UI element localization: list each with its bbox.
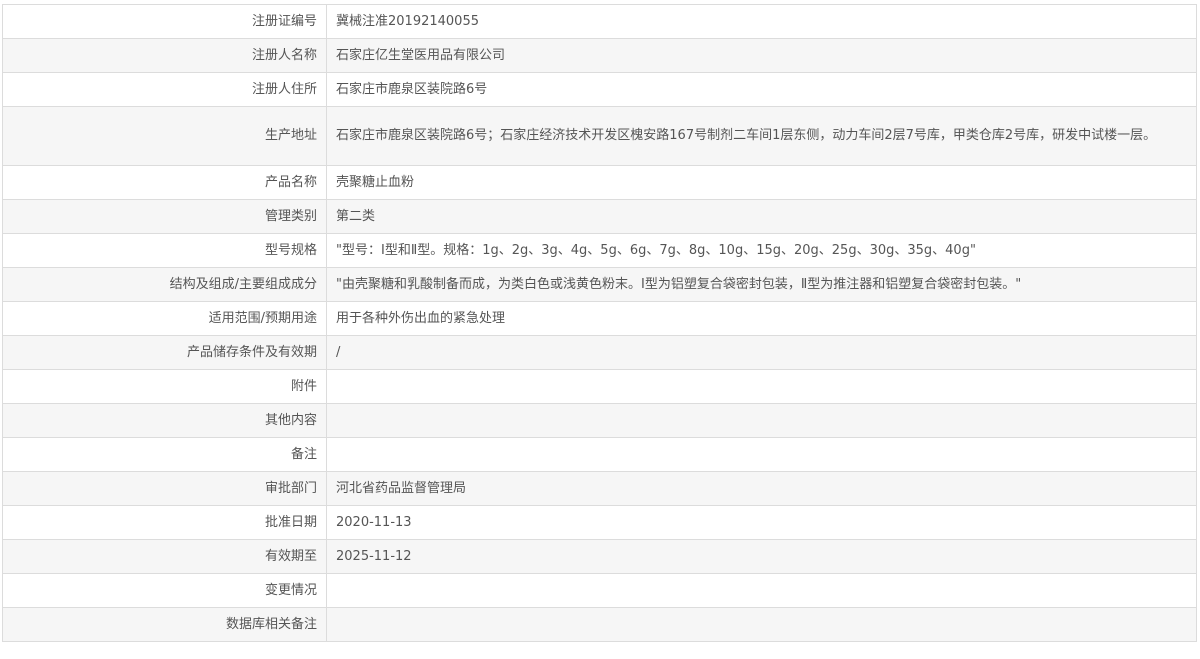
table-row: 附件 [2,369,1197,404]
table-row: 审批部门 河北省药品监督管理局 [2,471,1197,506]
registration-detail-table: 注册证编号 冀械注准20192140055 注册人名称 石家庄亿生堂医用品有限公司 注册… [2,4,1197,642]
field-label: 产品储存条件及有效期 [2,335,327,370]
field-label: 注册人住所 [2,72,327,107]
field-value [326,573,1197,608]
field-value: "型号：Ⅰ型和Ⅱ型。规格：1g、2g、3g、4g、5g、6g、7g、8g、10g… [326,233,1197,268]
field-value [326,369,1197,404]
table-row: 结构及组成/主要组成成分 "由壳聚糖和乳酸制备而成，为类白色或浅黄色粉末。Ⅰ型为铝… [2,267,1197,302]
field-value [326,437,1197,472]
field-value [326,403,1197,438]
table-row: 变更情况 [2,573,1197,608]
field-value: 冀械注准20192140055 [326,4,1197,39]
field-value: 2025-11-12 [326,539,1197,574]
field-label: 结构及组成/主要组成成分 [2,267,327,302]
table-row: 其他内容 [2,403,1197,438]
table-row: 管理类别 第二类 [2,199,1197,234]
field-label: 注册证编号 [2,4,327,39]
field-label: 数据库相关备注 [2,607,327,642]
field-label: 管理类别 [2,199,327,234]
field-label: 注册人名称 [2,38,327,73]
table-row: 型号规格 "型号：Ⅰ型和Ⅱ型。规格：1g、2g、3g、4g、5g、6g、7g、8g… [2,233,1197,268]
table-row: 备注 [2,437,1197,472]
field-value: 第二类 [326,199,1197,234]
table-row: 注册人名称 石家庄亿生堂医用品有限公司 [2,38,1197,73]
field-label: 其他内容 [2,403,327,438]
field-label: 产品名称 [2,165,327,200]
field-value: 2020-11-13 [326,505,1197,540]
field-value: 河北省药品监督管理局 [326,471,1197,506]
table-row: 注册人住所 石家庄市鹿泉区装院路6号 [2,72,1197,107]
field-value: 壳聚糖止血粉 [326,165,1197,200]
field-label: 审批部门 [2,471,327,506]
field-label: 适用范围/预期用途 [2,301,327,336]
field-label: 批准日期 [2,505,327,540]
table-row: 适用范围/预期用途 用于各种外伤出血的紧急处理 [2,301,1197,336]
field-value: 石家庄市鹿泉区装院路6号 [326,72,1197,107]
table-row: 有效期至 2025-11-12 [2,539,1197,574]
field-value: / [326,335,1197,370]
field-value: 用于各种外伤出血的紧急处理 [326,301,1197,336]
field-label: 附件 [2,369,327,404]
table-row: 数据库相关备注 [2,607,1197,642]
table-row: 注册证编号 冀械注准20192140055 [2,4,1197,39]
field-value: "由壳聚糖和乳酸制备而成，为类白色或浅黄色粉末。Ⅰ型为铝塑复合袋密封包装，Ⅱ型为… [326,267,1197,302]
table-row: 批准日期 2020-11-13 [2,505,1197,540]
table-row: 产品名称 壳聚糖止血粉 [2,165,1197,200]
field-label: 型号规格 [2,233,327,268]
field-label: 变更情况 [2,573,327,608]
table-row: 生产地址 石家庄市鹿泉区装院路6号；石家庄经济技术开发区槐安路167号制剂二车间1… [2,106,1197,166]
field-value: 石家庄亿生堂医用品有限公司 [326,38,1197,73]
table-row: 产品储存条件及有效期 / [2,335,1197,370]
field-label: 生产地址 [2,106,327,166]
field-label: 有效期至 [2,539,327,574]
field-label: 备注 [2,437,327,472]
field-value: 石家庄市鹿泉区装院路6号；石家庄经济技术开发区槐安路167号制剂二车间1层东侧，… [326,106,1197,166]
field-value [326,607,1197,642]
